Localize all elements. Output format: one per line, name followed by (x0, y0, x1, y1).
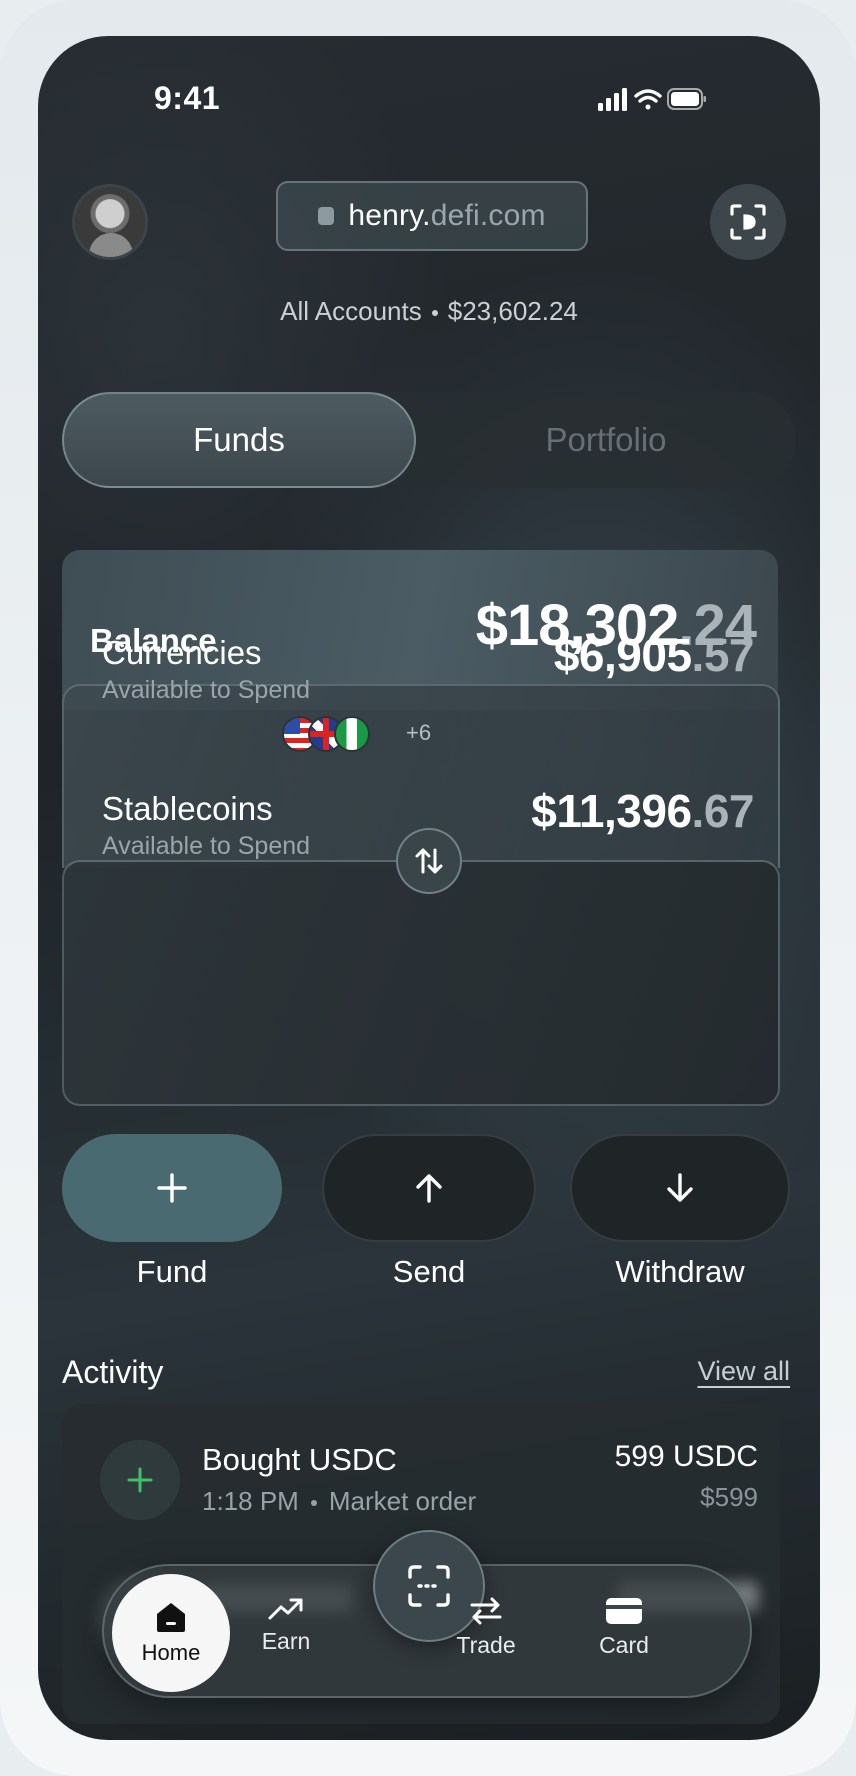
stablecoins-card[interactable] (62, 860, 780, 1106)
credit-card-icon (606, 1598, 642, 1624)
withdraw-button[interactable] (570, 1134, 790, 1242)
transaction-amount: 599 USDC (614, 1440, 758, 1473)
fund-button[interactable] (62, 1134, 282, 1242)
accounts-total: $23,602.24 (447, 296, 578, 326)
cellular-signal-icon (598, 88, 627, 111)
tab-card[interactable]: Card (584, 1596, 664, 1659)
tab-trade[interactable]: Trade (446, 1596, 526, 1659)
more-currencies-count: +6 (406, 720, 432, 745)
battery-icon (667, 88, 706, 110)
transaction-subtitle: 1:18 PM Market order (202, 1486, 477, 1516)
face-scan-icon (730, 204, 766, 240)
avatar[interactable] (72, 184, 148, 260)
tab-trade-label: Trade (456, 1632, 516, 1658)
arrow-down-icon (667, 1173, 693, 1202)
tab-card-label: Card (599, 1632, 649, 1658)
stablecoins-value: $11,396.67 (531, 785, 754, 837)
currencies-title: Currencies (102, 634, 262, 671)
domain-text: henry.defi.com (348, 199, 546, 232)
face-scan-button[interactable] (710, 184, 786, 260)
transaction-icon (100, 1440, 180, 1520)
tab-portfolio[interactable]: Portfolio (416, 392, 796, 488)
transaction-usd: $599 (700, 1482, 758, 1512)
tab-funds[interactable]: Funds (62, 392, 416, 488)
tab-home[interactable]: Home (112, 1574, 230, 1692)
stablecoins-title: Stablecoins (102, 790, 273, 827)
currencies-value: $6,905.57 (553, 629, 755, 681)
fund-label: Fund (136, 1254, 208, 1289)
lock-icon (318, 207, 335, 225)
tab-earn[interactable]: Earn (246, 1596, 326, 1655)
stablecoins-caption: Available to Spend (102, 832, 311, 860)
withdraw-label: Withdraw (615, 1254, 745, 1289)
status-icons (598, 88, 706, 111)
domain-pill[interactable]: henry.defi.com (276, 181, 588, 251)
transaction-title[interactable]: Bought USDC (202, 1442, 397, 1478)
trade-arrows-icon (470, 1597, 502, 1625)
trending-up-icon (268, 1598, 303, 1620)
nigeria-flag-icon (334, 716, 370, 752)
accounts-label: All Accounts (280, 296, 422, 326)
currency-flags (282, 716, 398, 752)
tab-earn-label: Earn (261, 1628, 311, 1654)
activity-title: Activity (62, 1354, 164, 1390)
send-button[interactable] (322, 1134, 536, 1242)
swap-button[interactable] (396, 828, 462, 894)
wifi-icon (634, 89, 662, 110)
all-accounts-summary: All Accounts $23,602.24 (38, 296, 820, 327)
home-icon (157, 1603, 185, 1632)
currencies-caption: Available to Spend (102, 676, 311, 704)
phone-screen: 9:41 henry.defi.com All Accounts $23,602… (38, 36, 820, 1740)
plus-icon (157, 1173, 187, 1203)
status-time: 9:41 (154, 80, 221, 116)
plus-icon (127, 1467, 153, 1493)
swap-arrows-icon (415, 848, 443, 874)
view-all-link[interactable]: View all (697, 1356, 790, 1387)
arrow-up-icon (416, 1174, 442, 1203)
tab-home-label: Home (141, 1640, 201, 1665)
send-label: Send (392, 1254, 466, 1289)
